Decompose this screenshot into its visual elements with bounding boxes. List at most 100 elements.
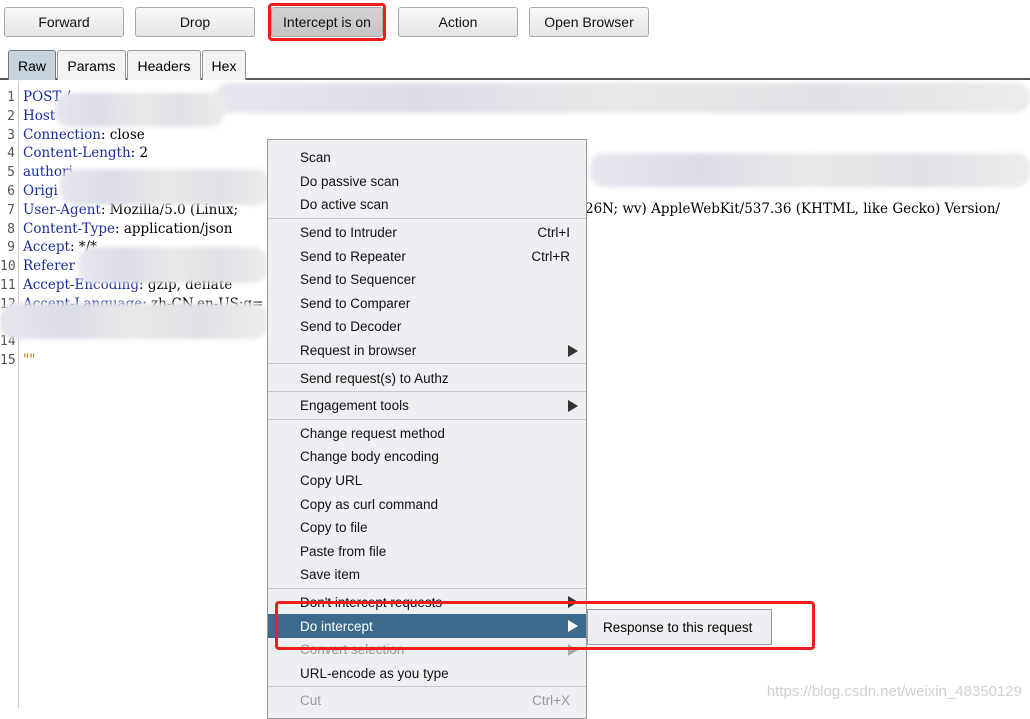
header-value: : 2 xyxy=(130,145,149,162)
submenu-arrow-icon xyxy=(568,620,578,633)
menu-separator xyxy=(268,686,586,688)
line-number: 11 xyxy=(0,278,16,293)
code-line: Referer xyxy=(23,258,75,274)
menu-separator xyxy=(268,363,586,365)
header-name: Connection xyxy=(23,126,101,143)
line-number: 4 xyxy=(7,146,15,162)
tab-raw[interactable]: Raw xyxy=(8,50,56,80)
open-browser-button[interactable]: Open Browser xyxy=(529,7,649,37)
menu-item-request-in-browser[interactable]: Request in browser xyxy=(268,339,586,363)
menu-item-do-passive-scan[interactable]: Do passive scan xyxy=(268,170,586,194)
redaction-blur xyxy=(215,83,1030,113)
menu-item-label: Convert selection xyxy=(300,642,405,658)
tab-headers[interactable]: Headers xyxy=(127,50,201,80)
line-number: 10 xyxy=(0,259,16,275)
menu-item-do-active-scan[interactable]: Do active scan xyxy=(268,193,586,217)
menu-separator xyxy=(268,418,586,421)
menu-item-label: Request in browser xyxy=(300,343,417,359)
header-value: : application/json xyxy=(115,220,233,237)
redaction-blur xyxy=(55,93,225,127)
menu-item-do-intercept[interactable]: Do intercept xyxy=(268,614,586,638)
watermark: https://blog.csdn.net/weixin_48350129 xyxy=(766,683,1022,700)
menu-item-send-to-comparer[interactable]: Send to Comparer xyxy=(268,292,586,316)
action-button[interactable]: Action xyxy=(398,7,518,37)
header-name: Host xyxy=(23,107,56,124)
menu-item-label: Send request(s) to Authz xyxy=(300,370,449,386)
menu-item-change-request-method[interactable]: Change request method xyxy=(268,422,586,446)
line-number: 7 xyxy=(7,202,15,218)
menu-item-label: Send to Sequencer xyxy=(300,272,416,288)
line-number: 6 xyxy=(7,184,15,199)
menu-item-url-encode-as-you-type[interactable]: URL-encode as you type xyxy=(268,661,586,685)
line-number: 3 xyxy=(7,127,15,143)
menu-item-label: Send to Comparer xyxy=(300,295,411,311)
menu-item-label: Engagement tools xyxy=(300,398,409,414)
submenu-arrow-icon xyxy=(568,643,578,656)
menu-item-cut: Cut Ctrl+X xyxy=(268,689,586,713)
menu-item-send-request-s-to-authz[interactable]: Send request(s) to Authz xyxy=(268,366,586,390)
line-number: 1 xyxy=(7,90,15,105)
line-number: 9 xyxy=(7,240,15,256)
menu-item-send-to-repeater[interactable]: Send to Repeater Ctrl+R xyxy=(268,244,586,268)
menu-item-label: Copy to file xyxy=(300,520,368,536)
menu-item-label: Do intercept xyxy=(300,618,373,634)
menu-item-label: Send to Decoder xyxy=(300,319,402,335)
menu-item-engagement-tools[interactable]: Engagement tools xyxy=(268,394,586,418)
menu-item-don-t-intercept-requests[interactable]: Don't intercept requests xyxy=(268,591,586,615)
menu-separator xyxy=(268,587,586,590)
menu-item-label: Scan xyxy=(300,150,331,166)
code-line: "" xyxy=(23,352,35,368)
code-line: Content-Type: application/json xyxy=(23,221,233,237)
menu-item-copy-to-file[interactable]: Copy to file xyxy=(268,516,586,540)
code-line: Host xyxy=(23,108,55,124)
menu-separator xyxy=(268,390,586,393)
menu-item-copy-as-curl-command[interactable]: Copy as curl command xyxy=(268,492,586,516)
menu-item-label: Send to Intruder xyxy=(300,225,397,241)
menu-item-label: Change body encoding xyxy=(300,449,439,465)
menu-item-convert-selection: Convert selection xyxy=(268,638,586,662)
menu-item-label: Copy URL xyxy=(300,473,363,489)
editor-tabs: Raw Params Headers Hex xyxy=(0,48,1030,80)
header-name: Referer xyxy=(23,258,76,275)
code-line: Connection: close xyxy=(23,127,145,143)
code-line: Origi xyxy=(23,183,58,199)
submenu-arrow-icon xyxy=(568,399,578,412)
line-number: 2 xyxy=(7,108,15,124)
menu-item-change-body-encoding[interactable]: Change body encoding xyxy=(268,445,586,469)
menu-item-label: Change request method xyxy=(300,425,445,441)
shortcut-label: Ctrl+R xyxy=(531,248,570,264)
intercept-toggle-button[interactable]: Intercept is on xyxy=(271,7,383,37)
redaction-blur xyxy=(60,169,270,205)
line-number: 15 xyxy=(0,353,16,369)
header-name: Content-Type xyxy=(23,220,116,237)
shortcut-label: Ctrl+I xyxy=(537,225,570,241)
tab-hex[interactable]: Hex xyxy=(202,50,246,80)
header-name: Content-Length xyxy=(23,145,131,162)
code-line: Content-Length: 2 xyxy=(23,145,148,161)
menu-item-label: Save item xyxy=(300,567,361,583)
submenu-arrow-icon xyxy=(568,596,578,609)
shortcut-label: Ctrl+X xyxy=(532,693,570,709)
drop-button[interactable]: Drop xyxy=(135,7,255,37)
menu-item-label: Paste from file xyxy=(300,543,387,559)
header-name: "" xyxy=(23,352,36,369)
menu-item-label: Cut xyxy=(300,693,322,709)
menu-item-scan[interactable]: Scan xyxy=(268,146,586,170)
toolbar: Forward Drop Intercept is on Action Open… xyxy=(0,0,1030,48)
submenu-arrow-icon xyxy=(568,344,578,357)
menu-item-paste-from-file[interactable]: Paste from file xyxy=(268,540,586,564)
line-number: 5 xyxy=(7,165,15,181)
redaction-blur xyxy=(78,247,268,283)
redaction-blur xyxy=(0,303,268,339)
menu-item-send-to-sequencer[interactable]: Send to Sequencer xyxy=(268,268,586,292)
header-value: : close xyxy=(100,126,145,143)
tab-params[interactable]: Params xyxy=(57,50,126,80)
menu-item-save-item[interactable]: Save item xyxy=(268,563,586,587)
menu-item-copy-url[interactable]: Copy URL xyxy=(268,469,586,493)
menu-item-response-to-this-request[interactable]: Response to this request xyxy=(587,609,772,645)
menu-item-send-to-intruder[interactable]: Send to Intruder Ctrl+I xyxy=(268,221,586,245)
menu-item-send-to-decoder[interactable]: Send to Decoder xyxy=(268,315,586,339)
forward-button[interactable]: Forward xyxy=(4,7,124,37)
menu-item-label: Don't intercept requests xyxy=(300,594,443,610)
line-number: 8 xyxy=(7,221,15,237)
